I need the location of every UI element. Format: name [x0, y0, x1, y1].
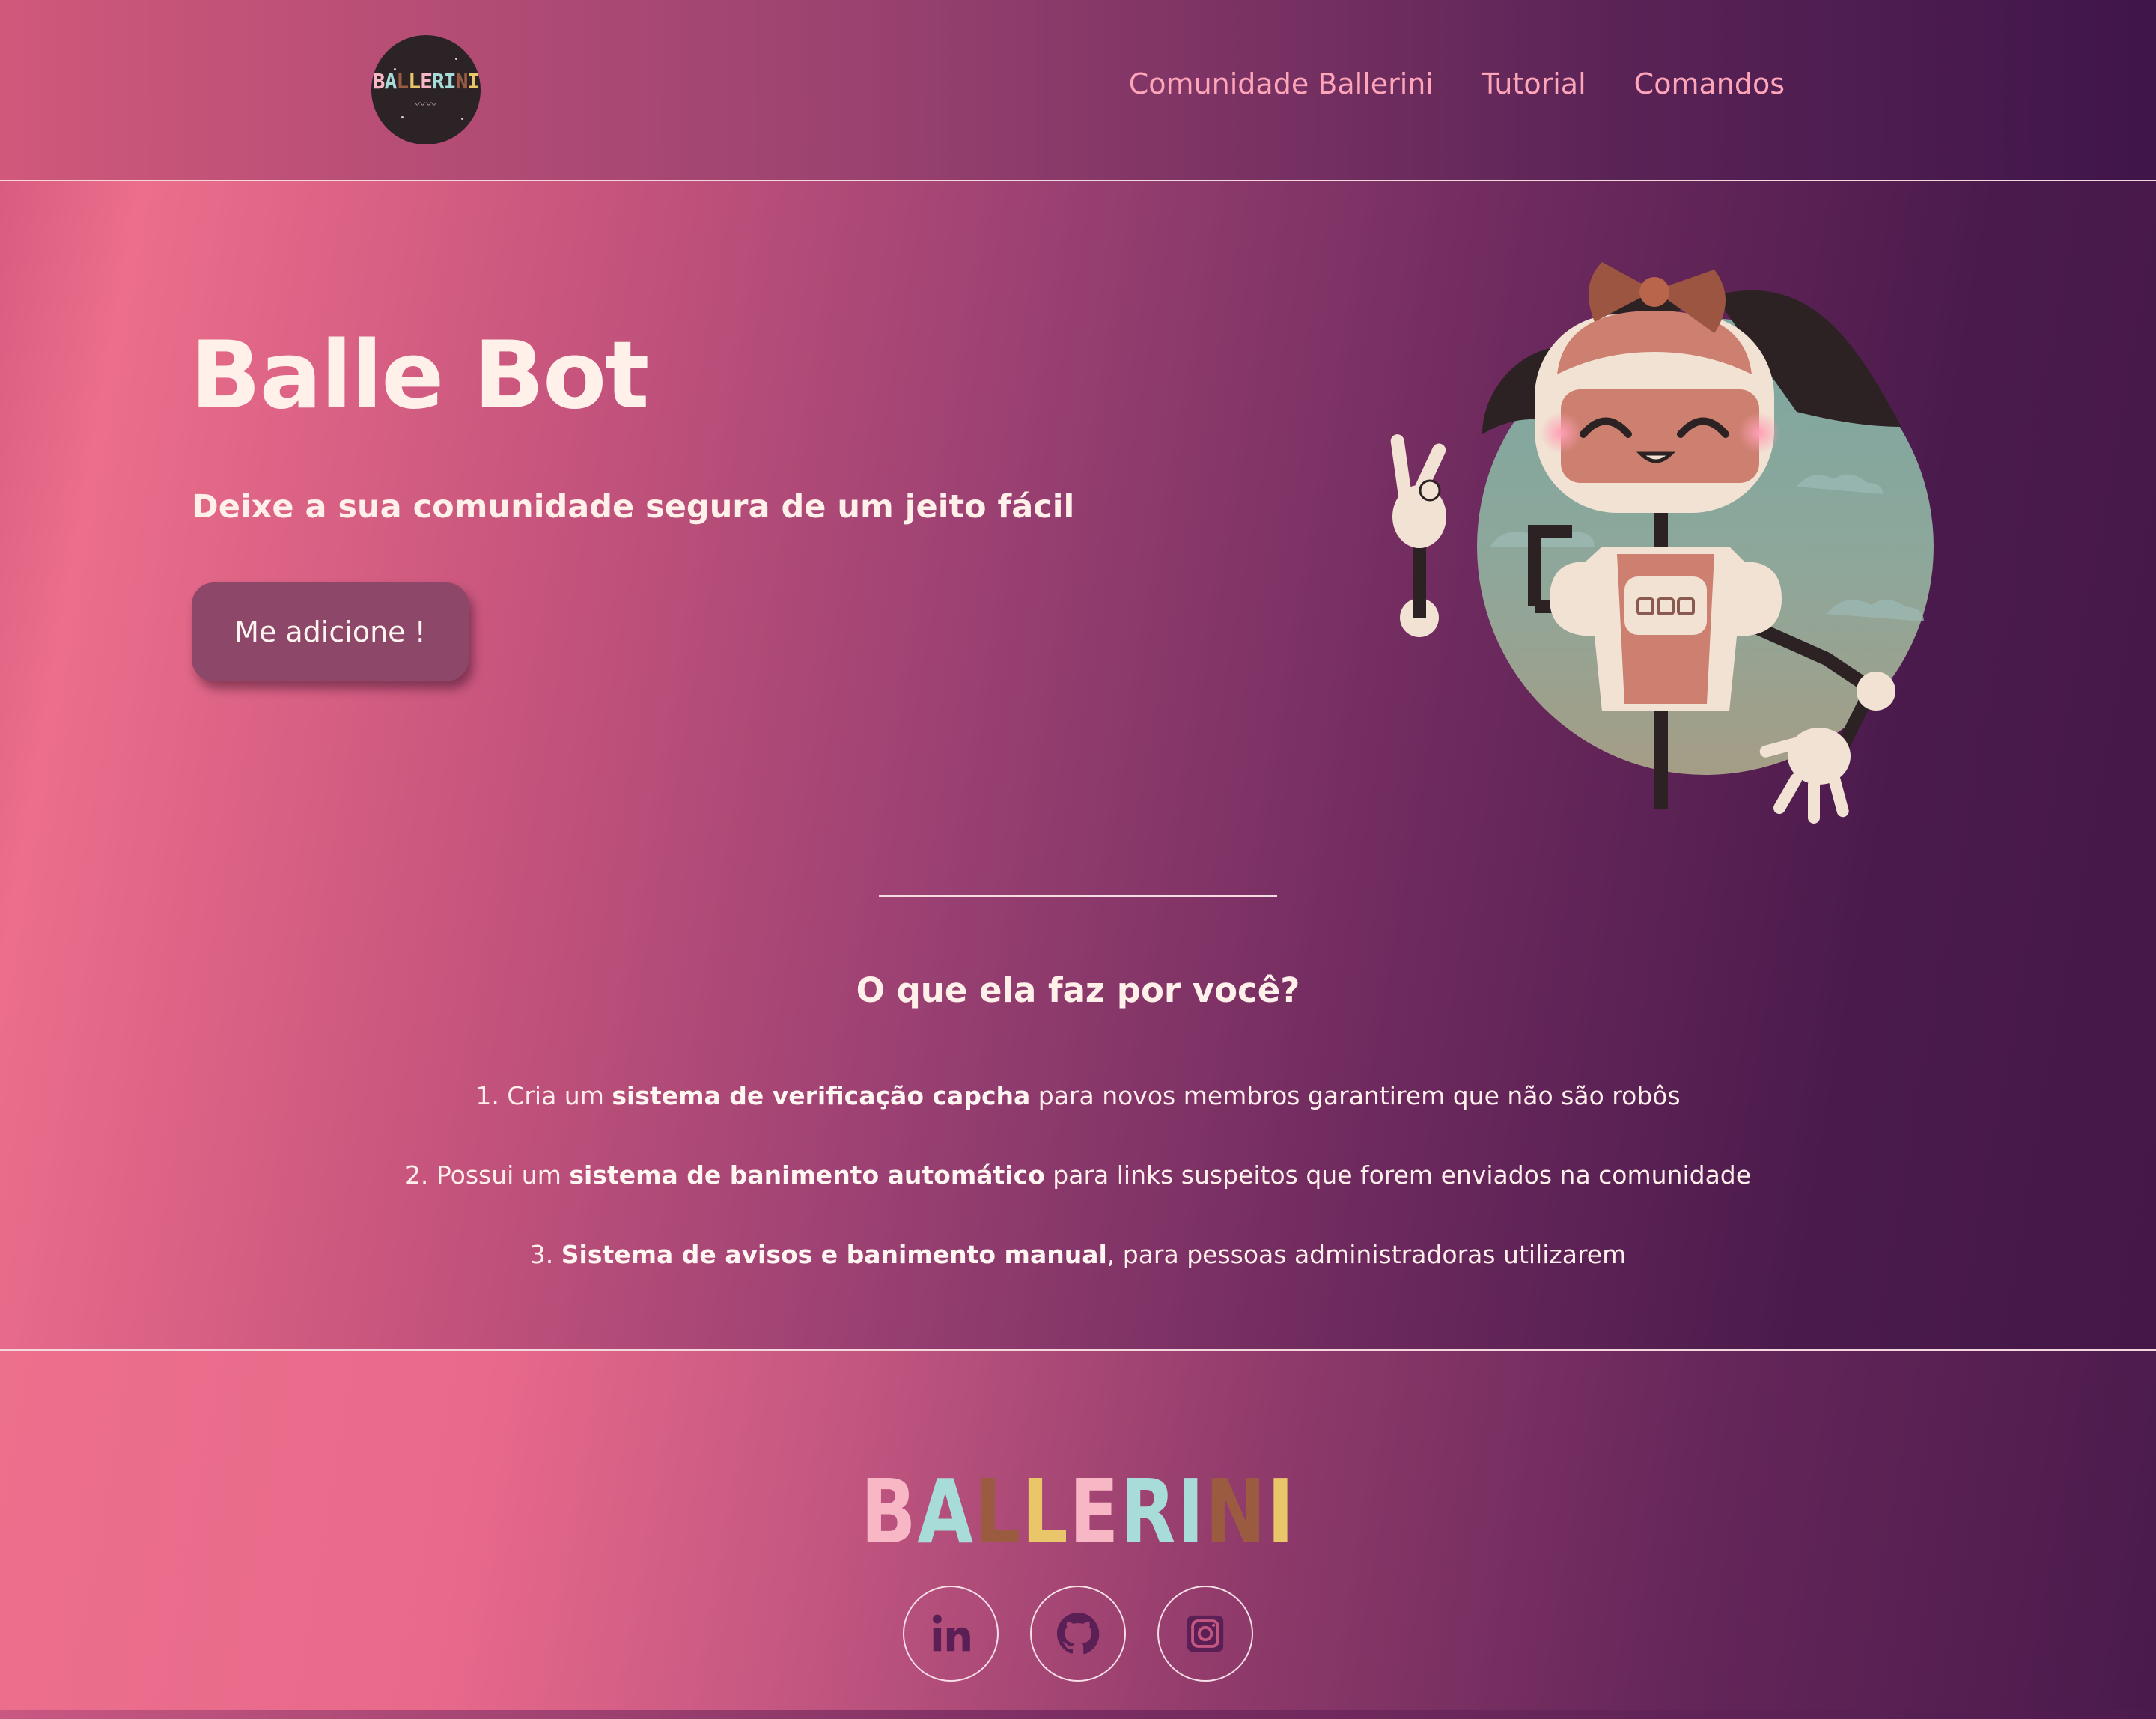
logo-star	[394, 68, 396, 70]
brand-letter: I	[1267, 1460, 1296, 1563]
brand-letter: I	[443, 68, 457, 94]
robot-blush-right	[1738, 412, 1780, 454]
brand-letter: B	[860, 1460, 918, 1563]
brand-letter: E	[1069, 1460, 1121, 1563]
robot-finger	[1390, 434, 1412, 502]
nav-link-comunidade[interactable]: Comunidade Ballerini	[1129, 67, 1434, 100]
ballerini-logo[interactable]: BALLERINI 〰〰	[371, 35, 481, 144]
logo-star	[401, 116, 404, 118]
logo-squiggle-icon: 〰〰	[415, 98, 437, 111]
feature-prefix: 1. Cria um	[475, 1081, 612, 1110]
linkedin-button[interactable]	[903, 1586, 999, 1682]
nav-link-tutorial[interactable]: Tutorial	[1482, 67, 1586, 100]
feature-highlight: sistema de banimento automático	[569, 1160, 1045, 1190]
brand-letter: B	[372, 68, 386, 94]
feature-highlight: sistema de verificação capcha	[612, 1081, 1031, 1110]
brand-letter: L	[1022, 1460, 1070, 1563]
instagram-icon	[1187, 1615, 1224, 1652]
bow-center	[1639, 277, 1669, 307]
brand-letter: R	[1120, 1460, 1178, 1563]
feature-suffix: para novos membros garantirem que não sã…	[1030, 1081, 1681, 1110]
instagram-button[interactable]	[1157, 1586, 1253, 1682]
feature-item: 2. Possui um sistema de banimento automá…	[0, 1160, 2156, 1190]
header-background	[0, 0, 2156, 180]
github-icon	[1057, 1613, 1100, 1655]
feature-suffix: , para pessoas administradoras utilizare…	[1106, 1240, 1627, 1269]
robot-blush-left	[1540, 412, 1582, 454]
social-links	[901, 1586, 1255, 1682]
linkedin-icon	[932, 1614, 970, 1652]
brand-letter: L	[396, 68, 409, 94]
features-heading: O que ela faz por você?	[856, 970, 1300, 1010]
brand-letter: N	[1205, 1460, 1267, 1563]
robot-mascot-illustration	[1390, 262, 1934, 824]
add-bot-button[interactable]: Me adicione !	[192, 582, 469, 681]
hero-subtitle: Deixe a sua comunidade segura de um jeit…	[192, 488, 1075, 526]
feature-item: 1. Cria um sistema de verificação capcha…	[0, 1081, 2156, 1110]
brand-letter: L	[974, 1460, 1023, 1563]
bottom-strip	[0, 1710, 2156, 1719]
feature-prefix: 3.	[529, 1240, 561, 1269]
footer-brand-wordmark: BALLERINI	[194, 1460, 1962, 1563]
brand-letter: R	[431, 68, 445, 94]
brand-letter: A	[917, 1460, 975, 1563]
feature-prefix: 2. Possui um	[404, 1160, 570, 1190]
feature-item: 3. Sistema de avisos e banimento manual,…	[0, 1240, 2156, 1269]
feature-highlight: Sistema de avisos e banimento manual	[561, 1240, 1107, 1269]
logo-wordmark: BALLERINI	[372, 68, 481, 94]
robot-face-screen	[1561, 389, 1759, 483]
main-nav: Comunidade Ballerini Tutorial Comandos	[1129, 67, 1785, 100]
logo-star	[461, 118, 463, 120]
feature-suffix: para links suspeitos que forem enviados …	[1044, 1160, 1752, 1190]
brand-letter: I	[467, 68, 481, 94]
github-button[interactable]	[1030, 1586, 1126, 1682]
logo-star	[455, 58, 457, 60]
section-divider	[879, 895, 1277, 897]
brand-letter: I	[1177, 1460, 1205, 1563]
brand-letter: N	[455, 68, 469, 94]
nav-link-comandos[interactable]: Comandos	[1634, 67, 1785, 100]
brand-letter: A	[384, 68, 397, 94]
page-title: Balle Bot	[190, 322, 649, 430]
brand-letter: E	[420, 68, 433, 94]
robot-elbow-joint	[1857, 672, 1895, 711]
brand-letter: L	[408, 68, 421, 94]
